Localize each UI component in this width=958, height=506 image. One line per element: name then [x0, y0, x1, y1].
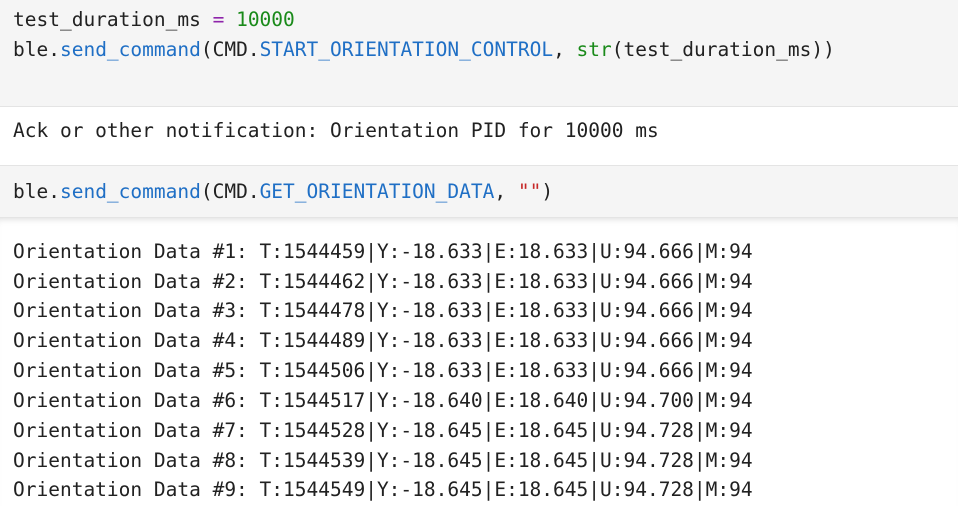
command-constant: START_ORIENTATION_CONTROL [259, 38, 554, 61]
output-line: Orientation Data #8: T:1544539|Y:-18.645… [13, 449, 753, 472]
cell-output-orientation-data: Orientation Data #1: T:1544459|Y:-18.633… [0, 218, 958, 506]
code-line-get-data: ble.send_command(CMD.GET_ORIENTATION_DAT… [13, 177, 553, 207]
object-name: ble. [13, 38, 60, 61]
variable-name: test_duration_ms [13, 8, 201, 31]
object-name: ble. [13, 180, 60, 203]
command-constant: GET_ORIENTATION_DATA [259, 180, 495, 203]
cell-output-ack: Ack or other notification: Orientation P… [0, 107, 958, 165]
output-line: Orientation Data #9: T:1544549|Y:-18.645… [13, 478, 753, 501]
method-name: send_command [59, 180, 201, 203]
code-line-assignment: test_duration_ms = 10000 [13, 5, 295, 35]
output-line: Orientation Data #2: T:1544462|Y:-18.633… [13, 270, 753, 293]
code-cell-start-orientation[interactable]: test_duration_ms = 10000 ble.send_comman… [0, 0, 958, 107]
output-line: Orientation Data #3: T:1544478|Y:-18.633… [13, 299, 753, 322]
output-line: Orientation Data #4: T:1544489|Y:-18.633… [13, 329, 753, 352]
call-open: (CMD. [200, 38, 260, 61]
method-name: send_command [59, 38, 201, 61]
call-rest: (test_duration_ms)) [611, 38, 835, 61]
call-open: (CMD. [200, 180, 260, 203]
output-line: Orientation Data #6: T:1544517|Y:-18.640… [13, 389, 753, 412]
output-text: Ack or other notification: Orientation P… [13, 119, 659, 142]
string-literal: "" [517, 180, 542, 203]
output-line: Orientation Data #1: T:1544459|Y:-18.633… [13, 240, 753, 263]
assign-operator: = [200, 8, 237, 31]
builtin-str: str [576, 38, 612, 61]
code-cell-get-orientation[interactable]: ble.send_command(CMD.GET_ORIENTATION_DAT… [0, 165, 958, 218]
arg-separator: , [553, 38, 577, 61]
output-line: Orientation Data #7: T:1544528|Y:-18.645… [13, 419, 753, 442]
arg-separator: , [494, 180, 518, 203]
code-line-send-command: ble.send_command(CMD.START_ORIENTATION_C… [13, 35, 835, 65]
call-close: ) [541, 180, 554, 203]
output-line: Orientation Data #5: T:1544506|Y:-18.633… [13, 359, 753, 382]
number-literal: 10000 [236, 8, 295, 31]
